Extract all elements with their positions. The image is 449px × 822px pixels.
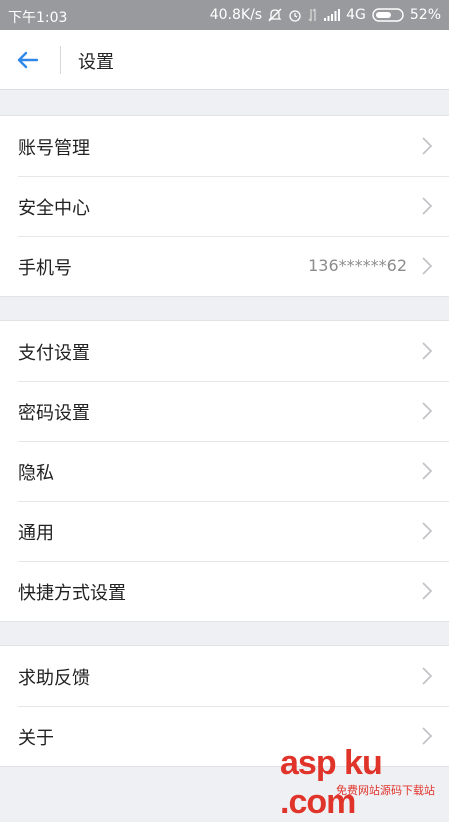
arrow-left-icon (17, 51, 39, 69)
mute-alarm-icon (268, 8, 282, 22)
chevron-right-icon (422, 402, 433, 420)
chevron-right-icon (422, 727, 433, 745)
row-label: 支付设置 (18, 343, 90, 364)
row-label: 账号管理 (18, 138, 90, 159)
settings-row-phone-number[interactable]: 手机号 136******62 (0, 236, 449, 296)
alarm-clock-icon (288, 8, 302, 22)
signal-strength-icon (324, 9, 341, 21)
row-label: 手机号 (18, 258, 72, 279)
settings-row-feedback[interactable]: 求助反馈 (0, 646, 449, 706)
chevron-right-icon (422, 257, 433, 275)
chevron-right-icon (422, 342, 433, 360)
data-transfer-icon (308, 8, 318, 22)
chevron-right-icon (422, 582, 433, 600)
settings-row-shortcuts[interactable]: 快捷方式设置 (0, 561, 449, 621)
chevron-right-icon (422, 522, 433, 540)
status-bar: 下午1:03 40.8K/s 4G 52% (0, 0, 449, 30)
chevron-right-icon (422, 462, 433, 480)
watermark-subtext: 免费网站源码下载站 (336, 784, 435, 797)
settings-row-account-management[interactable]: 账号管理 (0, 116, 449, 176)
phone-number-value: 136******62 (308, 256, 407, 275)
row-label: 通用 (18, 523, 54, 544)
row-label: 隐私 (18, 463, 54, 484)
row-label: 密码设置 (18, 403, 90, 424)
settings-row-general[interactable]: 通用 (0, 501, 449, 561)
network-speed: 40.8K/s (209, 7, 263, 23)
network-type: 4G (346, 7, 366, 23)
chevron-right-icon (422, 197, 433, 215)
settings-row-privacy[interactable]: 隐私 (0, 441, 449, 501)
settings-row-security-center[interactable]: 安全中心 (0, 176, 449, 236)
settings-group-general: 支付设置 密码设置 隐私 通用 快捷方式设置 (0, 320, 449, 622)
page-title: 设置 (78, 52, 114, 73)
navigation-bar: 设置 (0, 30, 449, 90)
battery-icon (372, 8, 404, 22)
settings-row-payment[interactable]: 支付设置 (0, 321, 449, 381)
chevron-right-icon (422, 137, 433, 155)
row-label: 关于 (18, 728, 54, 749)
row-label: 求助反馈 (18, 668, 90, 689)
navbar-divider (60, 46, 61, 74)
settings-group-account: 账号管理 安全中心 手机号 136******62 (0, 115, 449, 297)
row-label: 快捷方式设置 (18, 583, 126, 604)
chevron-right-icon (422, 667, 433, 685)
watermark-logo: asp ku .com 免费网站源码下载站 (278, 744, 449, 821)
status-right: 40.8K/s 4G 52% (210, 7, 441, 23)
row-label: 安全中心 (18, 198, 90, 219)
settings-row-password[interactable]: 密码设置 (0, 381, 449, 441)
status-time: 下午1:03 (8, 10, 68, 26)
battery-level: 52% (409, 7, 441, 23)
back-button[interactable] (12, 44, 44, 76)
